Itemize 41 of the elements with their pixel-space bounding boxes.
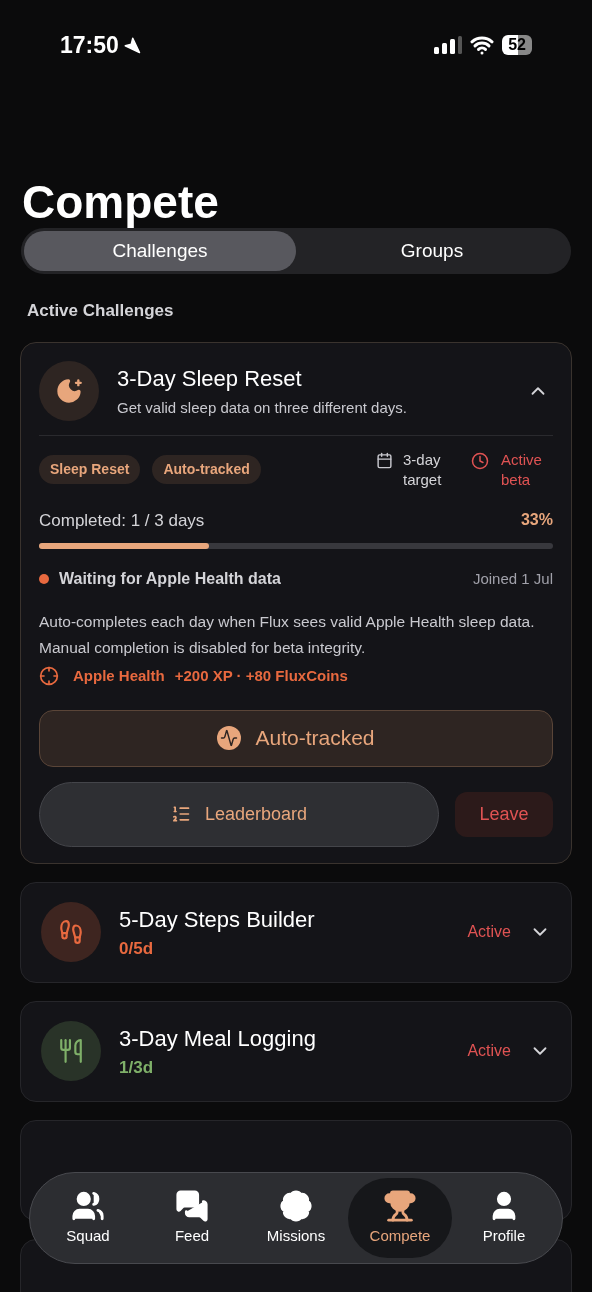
joined-date: Joined 1 Jul <box>472 568 553 589</box>
leaderboard-button[interactable]: Leaderboard <box>39 781 439 847</box>
segment-tab[interactable]: Groups <box>296 231 568 271</box>
leave-button[interactable]: Leave <box>455 791 553 837</box>
tab-bar-item[interactable]: Feed <box>140 1178 244 1258</box>
challenge-title: 5-Day Steps Builder <box>119 905 316 934</box>
challenge-title: 3-Day Meal Logging <box>119 1024 317 1053</box>
numbered-list-icon <box>170 804 191 824</box>
challenge-title: 3-Day Sleep Reset <box>117 364 303 393</box>
fork-knife-icon <box>58 1038 84 1064</box>
chat-bubbles-icon <box>175 1188 209 1223</box>
status-label: Active <box>467 922 511 942</box>
battery-indicator: 52 <box>502 35 532 55</box>
challenge-subtitle: Get valid sleep data on three different days. <box>117 397 408 418</box>
waiting-status: Waiting for Apple Health data <box>59 569 282 589</box>
progress-percent: 33% <box>520 509 553 530</box>
tab-bar-item[interactable]: Missions <box>244 1178 348 1258</box>
tab-bar-item[interactable]: Compete <box>348 1178 452 1258</box>
description: Auto-completes each day when Flux sees valid Apple Health sleep data. Manual completion is disabled for beta integrity. <box>39 612 536 658</box>
section-heading: Active Challenges <box>26 300 175 322</box>
auto-tracked-button[interactable]: Auto-tracked <box>39 709 553 767</box>
progress-label: Completed: 1 / 3 days <box>39 509 205 532</box>
status-label: Active <box>467 1041 511 1061</box>
page-title: Compete <box>21 175 220 230</box>
pulse-icon <box>217 726 242 750</box>
clock-icon <box>471 451 489 470</box>
tag: Sleep Reset <box>39 455 141 484</box>
reward-label: +200 XP · +80 FluxCoins <box>174 666 348 686</box>
clock-time: 17:50 <box>60 30 119 60</box>
crosshair-icon <box>39 666 59 687</box>
tab-bar-item[interactable]: Squad <box>36 1178 140 1258</box>
target-label: 3-day target <box>403 449 443 490</box>
segment-tab[interactable]: Challenges <box>24 231 296 271</box>
tab-bar-item[interactable]: Profile <box>452 1178 556 1258</box>
signal-icon <box>434 36 463 54</box>
status-label: Active beta <box>501 449 543 490</box>
trophy-icon <box>383 1188 417 1223</box>
source-label: Apple Health <box>73 666 165 686</box>
tag: Auto-tracked <box>152 455 261 484</box>
location-icon <box>122 36 141 54</box>
calendar-icon <box>376 451 393 469</box>
